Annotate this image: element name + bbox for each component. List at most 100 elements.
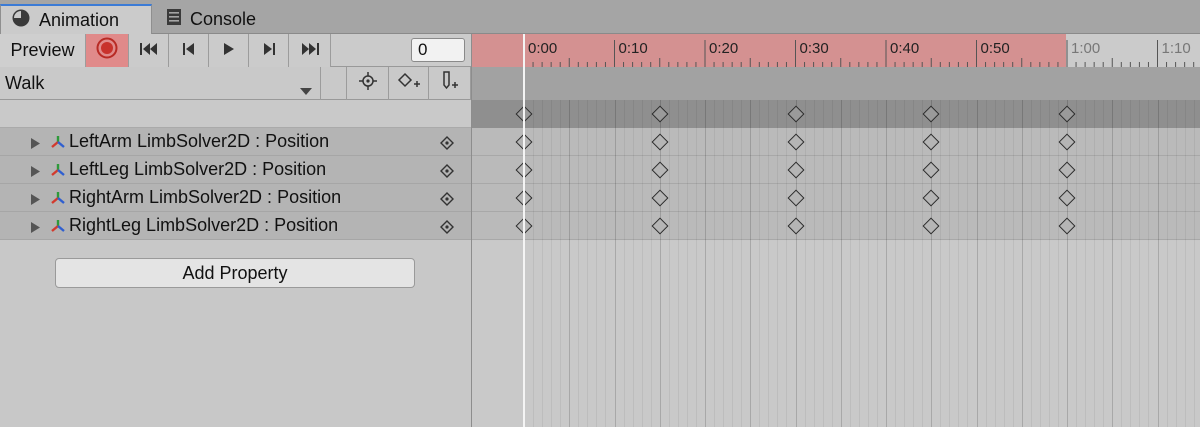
grid-line (913, 100, 915, 427)
grid-line (1166, 100, 1168, 427)
property-row[interactable]: RightLeg LimbSolver2D : Position (0, 212, 471, 240)
grid-line (949, 100, 951, 427)
grid-line (632, 100, 634, 427)
event-track[interactable] (472, 67, 1200, 100)
keyframe-track[interactable] (472, 184, 1200, 212)
grid-line (768, 100, 770, 427)
clip-row: Walk (0, 67, 471, 100)
grid-line (777, 100, 779, 427)
property-label: LeftArm LimbSolver2D : Position (69, 131, 330, 151)
grid-line (1184, 100, 1186, 427)
frame-input[interactable] (411, 38, 465, 62)
grid-line (605, 100, 607, 427)
grid-line (741, 100, 743, 427)
expand-arrow-icon[interactable] (30, 219, 41, 239)
grid-line (1112, 100, 1114, 427)
expand-arrow-icon[interactable] (30, 163, 41, 183)
grid-line (804, 100, 806, 427)
grid-line (922, 100, 924, 427)
ik-solver-icon (50, 162, 66, 183)
tab-console[interactable]: Console (156, 4, 276, 34)
add-keyframe-diamond-icon[interactable] (440, 135, 454, 155)
grid-line (1085, 100, 1087, 427)
property-row[interactable]: LeftLeg LimbSolver2D : Position (0, 156, 471, 184)
tab-animation[interactable]: Animation (0, 4, 152, 34)
filter-by-selection-button[interactable] (347, 67, 389, 100)
grid-line (813, 100, 815, 427)
property-row[interactable]: LeftArm LimbSolver2D : Position (0, 128, 471, 156)
add-keyframe-diamond-icon[interactable] (440, 163, 454, 183)
first-keyframe-button[interactable] (129, 34, 169, 67)
grid-line (904, 100, 906, 427)
last-keyframe-button[interactable] (289, 34, 331, 67)
summary-track[interactable] (472, 100, 1200, 128)
time-ruler[interactable]: 0:00 0:10 0:20 0:30 0:40 0:50 1:00 1:10 (472, 34, 1200, 67)
add-keyframe-diamond-icon[interactable] (440, 191, 454, 211)
grid-line (542, 100, 544, 427)
ruler-tick-label: 0:50 (980, 40, 1010, 57)
add-keyframe-button[interactable] (389, 67, 429, 100)
tab-animation-label: Animation (39, 9, 120, 30)
ruler-tick-label: 1:10 (1161, 40, 1191, 57)
grid-line (569, 100, 571, 427)
grid-line (551, 100, 553, 427)
grid-line (677, 100, 679, 427)
grid-line (560, 100, 562, 427)
property-label: LeftLeg LimbSolver2D : Position (69, 159, 327, 179)
dopesheet-empty-area[interactable] (472, 241, 1200, 427)
grid-line (695, 100, 697, 427)
keyframe-track[interactable] (472, 156, 1200, 184)
grid-line (940, 100, 942, 427)
grid-line (1003, 100, 1005, 427)
animation-toolbar: Preview (0, 34, 471, 67)
grid-line (686, 100, 688, 427)
record-icon (96, 37, 118, 64)
grid-line (668, 100, 670, 427)
grid-line (985, 100, 987, 427)
add-property-button[interactable]: Add Property (55, 258, 415, 288)
property-label: RightArm LimbSolver2D : Position (69, 187, 342, 207)
grid-line (623, 100, 625, 427)
grid-line (714, 100, 716, 427)
crosshair-icon (358, 72, 377, 95)
playhead[interactable] (523, 34, 525, 427)
add-keyframe-diamond-icon[interactable] (440, 219, 454, 239)
add-keyframe-icon (397, 72, 421, 95)
grid-line (1030, 100, 1032, 427)
expand-arrow-icon[interactable] (30, 135, 41, 155)
clip-row-spacer (321, 67, 347, 100)
clip-dropdown[interactable]: Walk (0, 67, 321, 100)
add-event-button[interactable] (429, 67, 471, 100)
grid-line (1103, 100, 1105, 427)
ik-solver-icon (50, 218, 66, 239)
record-button[interactable] (86, 34, 129, 67)
grid-line (596, 100, 598, 427)
next-keyframe-button[interactable] (249, 34, 289, 67)
ruler-tick-label: 0:00 (528, 40, 558, 57)
summary-row (0, 100, 471, 128)
grid-line (1039, 100, 1041, 427)
grid-line (822, 100, 824, 427)
preview-button[interactable]: Preview (0, 34, 86, 67)
play-icon (223, 41, 235, 61)
grid-line (1021, 100, 1023, 427)
grid-line (886, 100, 887, 427)
grid-line (831, 100, 833, 427)
timeline-panel[interactable]: 0:00 0:10 0:20 0:30 0:40 0:50 1:00 1:10 (472, 34, 1200, 427)
property-label: RightLeg LimbSolver2D : Position (69, 215, 339, 235)
previous-keyframe-button[interactable] (169, 34, 209, 67)
grid-line (840, 100, 842, 427)
property-row[interactable]: RightArm LimbSolver2D : Position (0, 184, 471, 212)
expand-arrow-icon[interactable] (30, 191, 41, 211)
grid-line (1094, 100, 1096, 427)
keyframe-track[interactable] (472, 212, 1200, 240)
play-button[interactable] (209, 34, 249, 67)
grid-line (750, 100, 752, 427)
grid-line (650, 100, 652, 427)
keyframe-track[interactable] (472, 128, 1200, 156)
grid-line (1148, 100, 1150, 427)
grid-line (1130, 100, 1132, 427)
grid-line (1048, 100, 1050, 427)
grid-line (849, 100, 851, 427)
grid-line (759, 100, 761, 427)
